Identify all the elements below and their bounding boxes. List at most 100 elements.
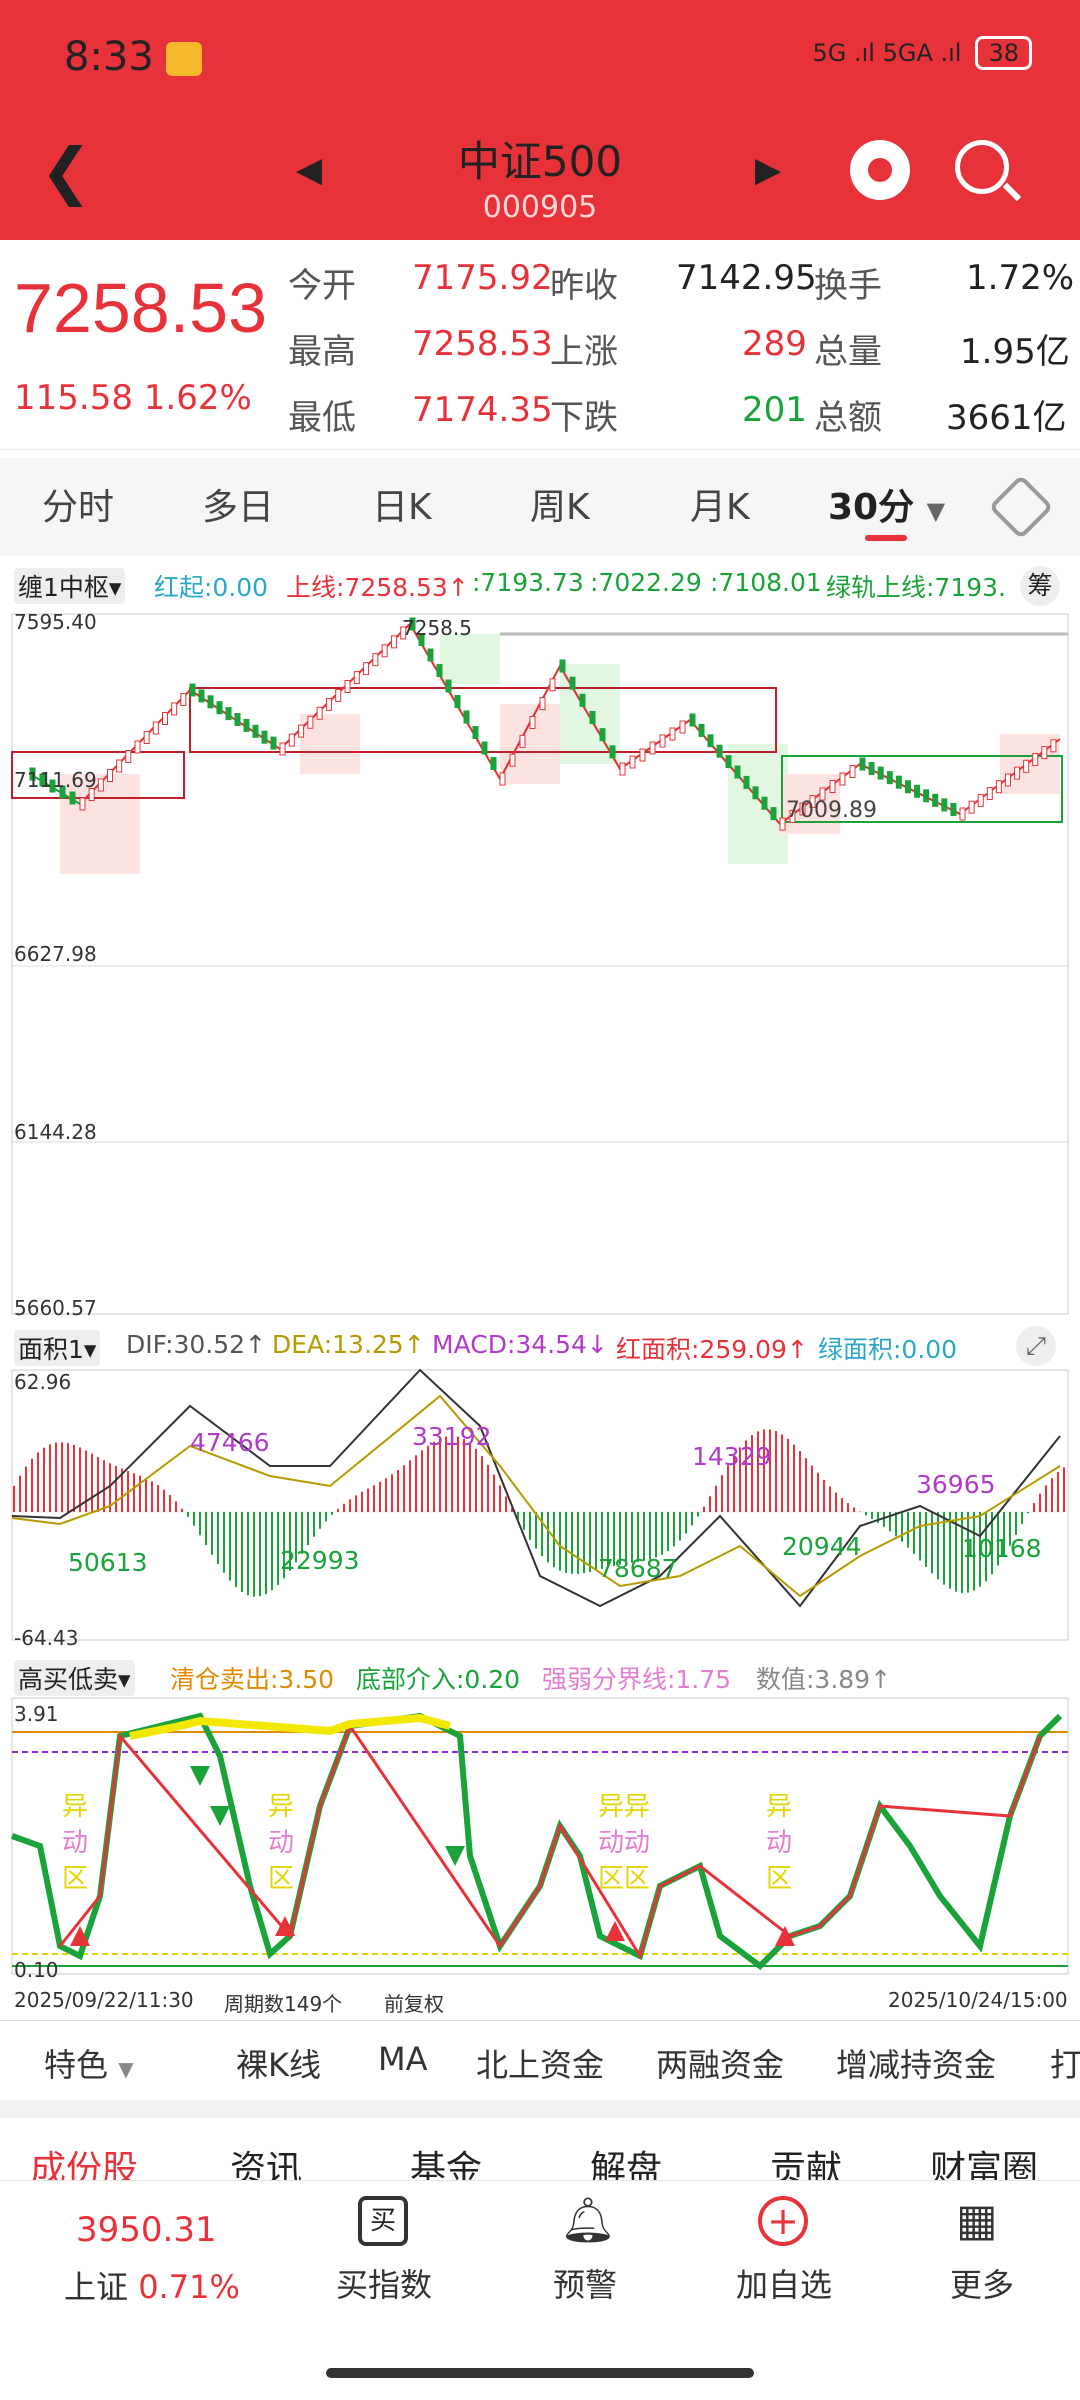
candle: [950, 802, 957, 816]
candle: [529, 716, 536, 729]
gmd-y-bottom: 0.10: [14, 1958, 59, 1982]
sh-index-price[interactable]: 3950.31: [76, 2210, 217, 2250]
candle: [307, 715, 314, 729]
candle: [189, 683, 196, 697]
area-label: 47466: [190, 1428, 270, 1457]
buy-index-icon[interactable]: 买: [358, 2196, 408, 2246]
area-label: 36965: [916, 1470, 996, 1499]
candle: [923, 789, 930, 803]
tab-fenshi[interactable]: 分时: [42, 478, 114, 530]
macd-indicator-selector[interactable]: 面积1▾: [14, 1330, 101, 1366]
candle: [436, 664, 443, 677]
candle: [499, 772, 506, 786]
candle: [659, 734, 666, 748]
battery-icon: 38: [975, 36, 1032, 70]
candle: [1014, 766, 1021, 780]
mark-low-1: 7111.69: [14, 768, 97, 792]
macd-chart[interactable]: [0, 1366, 1080, 1646]
next-stock-icon[interactable]: ▶: [755, 150, 781, 190]
up-value: 289: [742, 324, 807, 364]
zone-label: 异: [766, 1792, 793, 1822]
candle: [116, 759, 123, 773]
feature-tese[interactable]: 特色 ▼: [44, 2040, 134, 2086]
candle: [69, 791, 76, 805]
candle: [445, 679, 452, 693]
candle: [519, 734, 526, 748]
candle: [959, 807, 966, 821]
tab-30min[interactable]: 30分 ▼: [828, 478, 945, 530]
candle: [549, 678, 556, 692]
feature-northbound[interactable]: 北上资金: [476, 2040, 604, 2086]
mascot-icon[interactable]: [850, 140, 910, 200]
area-label: 10168: [962, 1534, 1042, 1563]
green-area-value: 绿面积:0.00: [818, 1335, 958, 1364]
divide-value: 强弱分界线:1.75: [542, 1665, 732, 1694]
candle: [599, 728, 606, 742]
feature-naked-k[interactable]: 裸K线: [236, 2040, 321, 2086]
candle: [770, 807, 777, 821]
candle: [725, 755, 732, 769]
tab-rik[interactable]: 日K: [372, 478, 432, 530]
date-start: 2025/09/22/11:30: [14, 1988, 194, 2012]
amount-label: 总额: [814, 398, 882, 438]
candle: [743, 775, 750, 789]
period-count: 周期数149个: [224, 1992, 343, 2016]
green-rail-value: 绿轨上线:7193.: [826, 573, 1006, 602]
zone-label: 动: [62, 1828, 89, 1858]
gmd-y-top: 3.91: [14, 1702, 59, 1726]
volume-value: 1.95亿: [960, 332, 1070, 372]
grid-icon[interactable]: ▦: [956, 2196, 1006, 2246]
candle: [761, 796, 768, 810]
gmd-indicator-selector[interactable]: 高买低卖▾: [14, 1660, 135, 1696]
prev-label: 昨收: [550, 266, 618, 306]
feature-margin[interactable]: 两融资金: [656, 2040, 784, 2086]
tab-yuek[interactable]: 月K: [690, 478, 750, 530]
chevron-down-icon: ▼: [118, 2057, 134, 2081]
current-price: 7258.53: [14, 269, 268, 347]
candle: [707, 734, 714, 748]
candle: [895, 775, 902, 789]
expand-icon[interactable]: ⤢: [1016, 1326, 1056, 1366]
bell-icon[interactable]: 🔔︎: [560, 2196, 616, 2246]
candle: [344, 680, 351, 693]
sh-index[interactable]: 上证 0.71%: [64, 2262, 240, 2308]
candle: [270, 736, 277, 750]
clear-value: 清仓卖出:3.50: [170, 1665, 335, 1694]
nav-add-watchlist[interactable]: 加自选: [704, 2260, 864, 2306]
nav-alert[interactable]: 预警: [505, 2260, 665, 2306]
high-value: 7258.53: [412, 324, 553, 364]
dif-value: DIF:30.52↑: [126, 1330, 267, 1359]
tab-duori[interactable]: 多日: [202, 478, 274, 530]
gmd-chart[interactable]: [0, 1696, 1080, 1978]
zone-label: 区: [268, 1864, 295, 1894]
candle: [619, 762, 626, 776]
turnover-label: 换手: [814, 266, 882, 306]
zone-label: 异异: [598, 1792, 651, 1822]
zone-label: 动: [766, 1828, 793, 1858]
tab-zhouk[interactable]: 周K: [530, 478, 590, 530]
nav-buy-index[interactable]: 买指数: [304, 2260, 464, 2306]
main-indicator-selector[interactable]: 缠1中枢▾: [14, 568, 126, 604]
v2-value: :7022.29: [590, 568, 702, 597]
chip-button[interactable]: 筹: [1020, 566, 1060, 606]
add-watchlist-icon[interactable]: +: [758, 2196, 808, 2246]
candle: [79, 797, 86, 811]
candle: [481, 741, 488, 755]
feature-more[interactable]: 打: [1050, 2040, 1080, 2086]
candle: [559, 659, 566, 673]
main-kline-chart[interactable]: [0, 604, 1080, 1324]
feature-ma[interactable]: MA: [378, 2040, 428, 2078]
candle: [381, 644, 388, 658]
feature-holding[interactable]: 增减持资金: [836, 2040, 996, 2086]
low-label: 最低: [288, 398, 356, 438]
zone-label: 动: [268, 1828, 295, 1858]
nav-more[interactable]: 更多: [902, 2260, 1062, 2306]
divider: [0, 2100, 1080, 2118]
candle: [171, 702, 178, 716]
area-label: 78687: [598, 1554, 678, 1583]
candle: [107, 769, 113, 782]
candle: [1041, 746, 1048, 760]
candle: [390, 635, 397, 649]
candle: [977, 793, 984, 807]
search-icon[interactable]: [955, 140, 1009, 194]
